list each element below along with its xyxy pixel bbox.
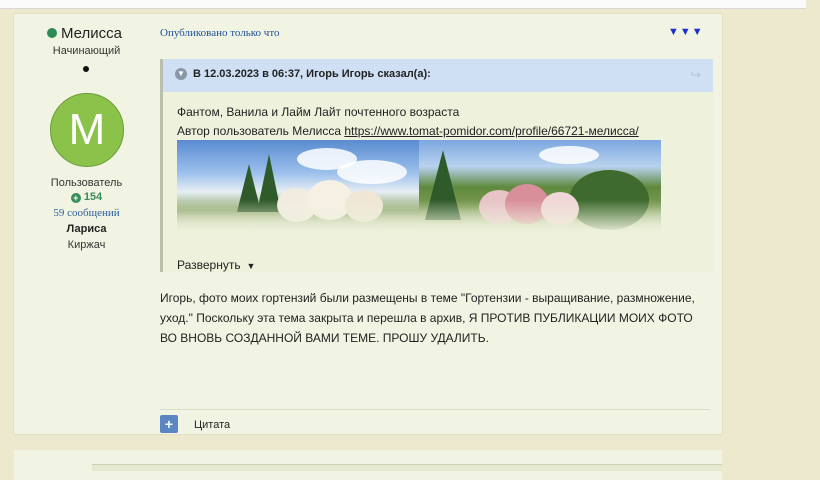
quote-line-2-prefix: Автор пользователь Мелисса [177, 124, 345, 138]
quote-photos [177, 140, 661, 234]
next-post-content [92, 464, 722, 471]
author-posts-count[interactable]: 59 сообщений [14, 207, 159, 219]
quote-citation: В 12.03.2023 в 06:37, Игорь Игорь сказал… [193, 68, 431, 80]
reputation-count: 154 [83, 191, 103, 203]
quote-button[interactable]: Цитата [194, 419, 230, 431]
post-body: Игорь, фото моих гортензий были размещен… [160, 291, 695, 345]
post-footer-divider [160, 409, 710, 410]
quote-block: ▼ В 12.03.2023 в 06:37, Игорь Игорь сказ… [160, 59, 713, 272]
expand-button[interactable]: Развернуть ▼ [177, 258, 255, 272]
caret-down-icon: ▼ [243, 261, 256, 271]
top-bar [0, 0, 806, 9]
expand-label: Развернуть [177, 258, 241, 272]
author-rank: Начинающий [52, 45, 121, 57]
quote-line-2: Автор пользователь Мелисса https://www.t… [177, 124, 639, 138]
author-real-name: Лариса [66, 223, 107, 235]
post-menu-icon[interactable]: ▼▼▼ [668, 26, 704, 38]
photo-fade-overlay [177, 200, 661, 234]
author-name-row[interactable]: Мелисса [47, 25, 122, 42]
post-published-time[interactable]: Опубликовано только что [160, 27, 280, 39]
avatar[interactable]: М [50, 93, 124, 167]
next-post [14, 450, 722, 480]
author-city: Киржач [67, 239, 106, 251]
quote-line-1: Фантом, Ванила и Лайм Лайт почтенного во… [177, 105, 460, 119]
author-name[interactable]: Мелисса [61, 25, 122, 42]
online-status-icon [47, 28, 57, 38]
reputation-badge: +154 [14, 191, 159, 203]
quote-header: ▼ В 12.03.2023 в 06:37, Игорь Игорь сказ… [163, 59, 713, 92]
reputation-plus-icon: + [70, 193, 81, 203]
collapse-chevron-icon[interactable]: ▼ [175, 68, 187, 80]
rank-pip-icon [83, 66, 89, 72]
forum-post: Мелисса Начинающий М Пользователь +154 5… [14, 14, 722, 434]
multiquote-plus-button[interactable]: + [160, 415, 178, 433]
share-arrow-icon[interactable]: ↪ [690, 67, 701, 83]
profile-link[interactable]: https://www.tomat-pomidor.com/profile/66… [344, 124, 638, 138]
author-group: Пользователь [50, 177, 123, 189]
